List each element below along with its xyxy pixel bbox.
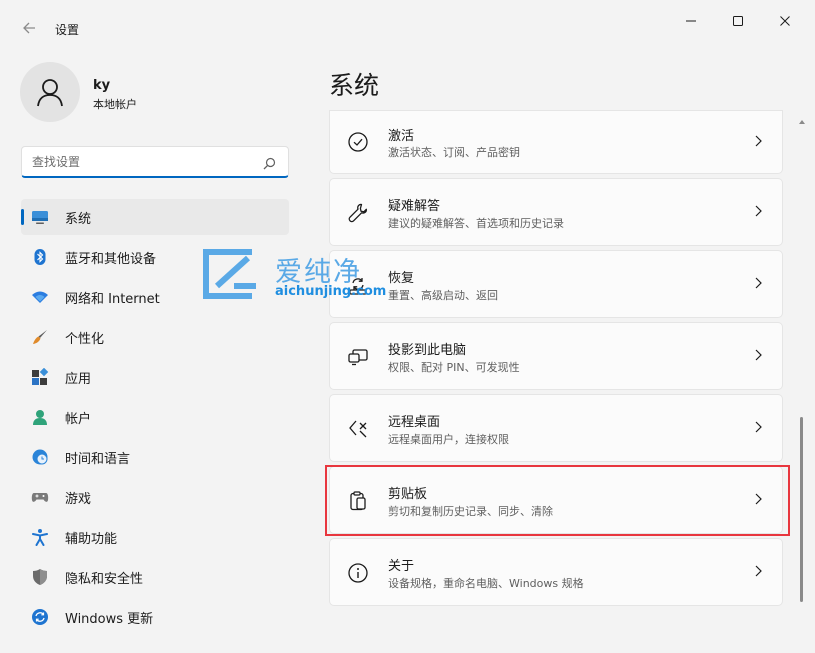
settings-card-about[interactable]: 关于 设备规格，重命名电脑、Windows 规格 <box>329 538 783 606</box>
sidebar-item-label: 个性化 <box>65 331 105 347</box>
close-button[interactable] <box>762 6 808 36</box>
clock-globe-icon <box>31 448 49 466</box>
card-subtitle: 权限、配对 PIN、可发现性 <box>388 361 520 374</box>
gamepad-icon <box>31 488 49 506</box>
account-type: 本地帐户 <box>93 98 137 111</box>
close-icon <box>780 16 790 26</box>
chevron-right-icon <box>750 419 766 435</box>
chevron-right-icon <box>750 275 766 291</box>
avatar[interactable] <box>20 62 80 122</box>
card-title: 剪贴板 <box>388 487 428 502</box>
card-subtitle: 远程桌面用户，连接权限 <box>388 433 509 446</box>
settings-list: 激活 激活状态、订阅、产品密钥 疑难解答 建议的疑难解答、首选项和历史记录 恢复… <box>329 110 783 610</box>
card-title: 远程桌面 <box>388 415 441 430</box>
maximize-button[interactable] <box>715 6 761 36</box>
watermark: 爱纯净 aichunjing.com <box>200 248 400 304</box>
chevron-right-icon <box>750 563 766 579</box>
chevron-right-icon <box>750 133 766 149</box>
chevron-right-icon <box>750 203 766 219</box>
sidebar-item-personalization[interactable]: 个性化 <box>21 319 289 355</box>
chevron-right-icon <box>750 491 766 507</box>
card-title: 疑难解答 <box>388 199 441 214</box>
sidebar-item-accessibility[interactable]: 辅助功能 <box>21 519 289 555</box>
minimize-icon <box>686 20 696 22</box>
search-input[interactable] <box>32 153 252 171</box>
wrench-icon <box>346 201 370 225</box>
shield-icon <box>31 568 49 586</box>
bluetooth-icon <box>31 248 49 266</box>
scroll-up-arrow-icon[interactable] <box>797 112 807 124</box>
card-title: 投影到此电脑 <box>388 343 467 358</box>
sidebar-item-privacy[interactable]: 隐私和安全性 <box>21 559 289 595</box>
card-subtitle: 建议的疑难解答、首选项和历史记录 <box>388 217 564 230</box>
person-silhouette-icon <box>37 79 63 107</box>
card-subtitle: 激活状态、订阅、产品密钥 <box>388 146 520 159</box>
clipboard-icon <box>346 489 370 513</box>
sidebar-item-label: 应用 <box>65 371 92 387</box>
sidebar-item-apps[interactable]: 应用 <box>21 359 289 395</box>
system-icon <box>31 208 49 226</box>
sidebar-item-label: 辅助功能 <box>65 531 118 547</box>
projection-icon <box>346 345 370 369</box>
update-icon <box>31 608 49 626</box>
scrollbar[interactable] <box>797 112 807 607</box>
scroll-thumb[interactable] <box>800 417 803 602</box>
card-subtitle: 重置、高级启动、返回 <box>388 289 498 302</box>
sidebar-item-accounts[interactable]: 帐户 <box>21 399 289 435</box>
person-icon <box>31 408 49 426</box>
user-name: ky <box>93 78 111 93</box>
remote-desktop-icon <box>346 417 370 441</box>
settings-card-project-to-pc[interactable]: 投影到此电脑 权限、配对 PIN、可发现性 <box>329 322 783 390</box>
apps-icon <box>31 367 49 386</box>
title-bar: 设置 <box>0 0 815 46</box>
settings-card-clipboard[interactable]: 剪贴板 剪切和复制历史记录、同步、清除 <box>329 466 783 534</box>
window-title: 设置 <box>55 23 80 37</box>
card-subtitle: 剪切和复制历史记录、同步、清除 <box>388 505 553 518</box>
card-title: 激活 <box>388 129 415 144</box>
chevron-right-icon <box>750 347 766 363</box>
wifi-icon <box>31 288 49 306</box>
settings-card-troubleshoot[interactable]: 疑难解答 建议的疑难解答、首选项和历史记录 <box>329 178 783 246</box>
sidebar-item-label: 系统 <box>65 211 92 227</box>
sidebar-item-label: 网络和 Internet <box>65 291 160 307</box>
accessibility-icon <box>31 528 49 546</box>
sidebar-item-label: 隐私和安全性 <box>65 571 144 587</box>
sidebar-item-label: Windows 更新 <box>65 611 154 627</box>
settings-card-remote-desktop[interactable]: 远程桌面 远程桌面用户，连接权限 <box>329 394 783 462</box>
settings-card-activation[interactable]: 激活 激活状态、订阅、产品密钥 <box>329 110 783 174</box>
search-icon[interactable] <box>263 155 276 174</box>
sidebar-item-windows-update[interactable]: Windows 更新 <box>21 599 289 635</box>
watermark-logo-icon <box>200 248 262 306</box>
sidebar-item-label: 蓝牙和其他设备 <box>65 251 157 267</box>
sidebar-item-gaming[interactable]: 游戏 <box>21 479 289 515</box>
minimize-button[interactable] <box>668 6 714 36</box>
sidebar-item-label: 帐户 <box>65 411 92 427</box>
back-arrow-icon <box>23 22 35 34</box>
card-subtitle: 设备规格，重命名电脑、Windows 规格 <box>388 577 584 590</box>
search-box[interactable] <box>21 146 289 178</box>
back-button[interactable] <box>14 16 44 44</box>
sidebar-item-label: 时间和语言 <box>65 451 131 467</box>
check-circle-icon <box>346 130 370 154</box>
sidebar-item-time-language[interactable]: 时间和语言 <box>21 439 289 475</box>
page-title: 系统 <box>329 71 380 100</box>
sidebar-item-label: 游戏 <box>65 491 92 507</box>
sidebar-item-system[interactable]: 系统 <box>21 199 289 235</box>
info-icon <box>346 561 370 585</box>
card-title: 关于 <box>388 559 415 574</box>
brush-icon <box>31 328 49 346</box>
watermark-text-en: aichunjing.com <box>275 284 387 299</box>
maximize-icon <box>733 16 743 26</box>
